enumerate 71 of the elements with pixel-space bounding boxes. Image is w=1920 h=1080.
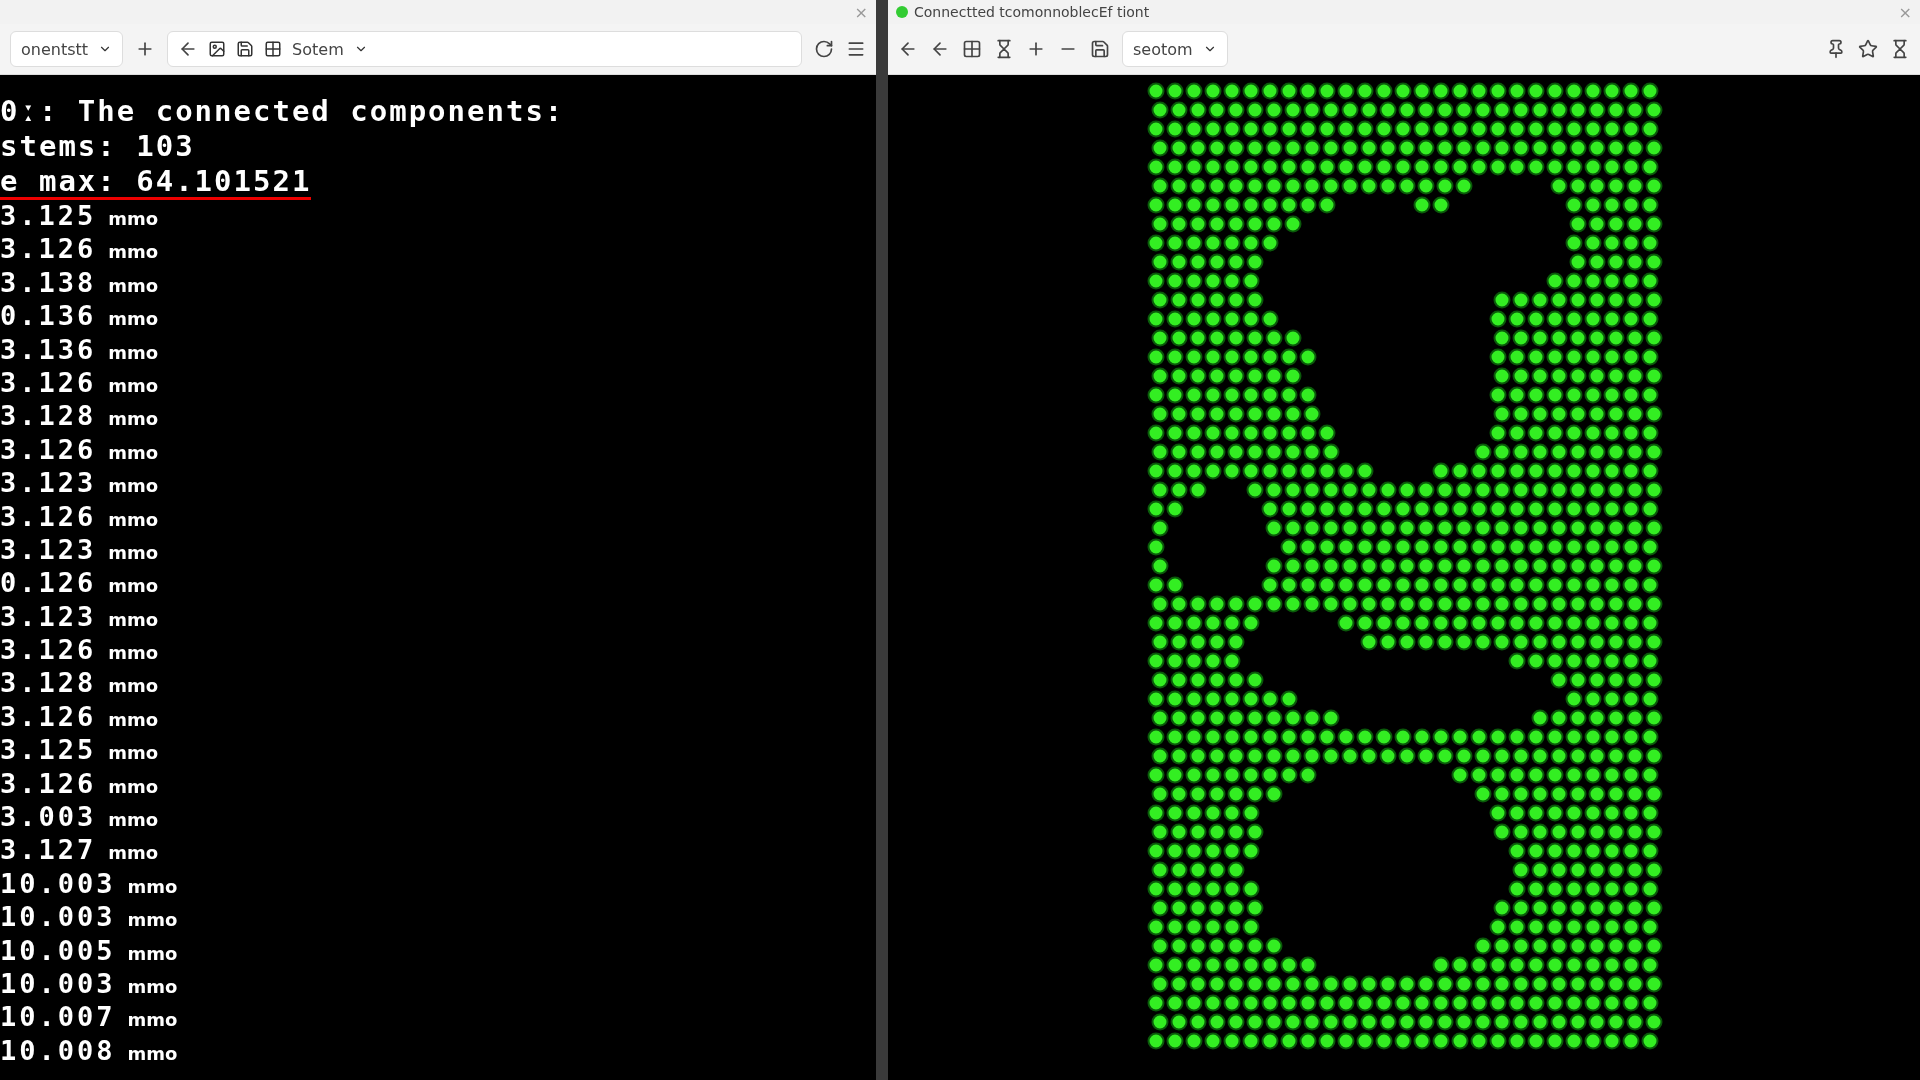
pin-icon[interactable] — [1826, 39, 1846, 59]
save-icon — [236, 40, 255, 58]
value-text: 3.126 — [0, 700, 97, 732]
view-selector[interactable]: seotom — [1122, 31, 1228, 67]
value-text: 3.125 — [0, 734, 97, 766]
value-text: 3.126 — [0, 366, 97, 398]
tab-selector[interactable]: onentstt — [10, 31, 124, 67]
unit-text: mmo — [108, 541, 159, 563]
unit-text: mmo — [108, 408, 159, 430]
unit-text: mmo — [108, 441, 159, 463]
value-text: 3.127 — [0, 834, 97, 866]
value-text: 3.126 — [0, 500, 97, 532]
value-text: 3.128 — [0, 667, 97, 699]
hourglass-icon[interactable] — [994, 39, 1014, 59]
unit-text: mmo — [108, 308, 159, 330]
unit-text: mmo — [108, 775, 159, 797]
value-text: 3.123 — [0, 600, 97, 632]
unit-text: mmo — [127, 1009, 178, 1031]
output-line: stems: 103 — [0, 130, 195, 165]
value-text: 3.138 — [0, 266, 97, 298]
save-icon[interactable] — [1090, 39, 1110, 59]
unit-text: mmo — [108, 508, 159, 530]
value-text: 0.136 — [0, 300, 97, 332]
grid-icon — [264, 40, 283, 58]
value-text: 3.128 — [0, 400, 97, 432]
unit-text: mmo — [108, 374, 159, 396]
menu-icon[interactable] — [846, 39, 866, 59]
status-icon — [896, 6, 908, 18]
unit-text: mmo — [127, 909, 178, 931]
address-bar[interactable]: Sotem — [167, 31, 802, 67]
value-text: 3.126 — [0, 233, 97, 265]
unit-text: mmo — [127, 942, 178, 964]
unit-text: mmo — [108, 675, 159, 697]
value-text: 3.136 — [0, 333, 97, 365]
value-text: 3.125 — [0, 200, 97, 231]
unit-text: mmo — [108, 241, 159, 263]
value-text: 3.126 — [0, 433, 97, 465]
unit-text: mmo — [127, 875, 178, 897]
output-line: 0ː: The connected components: — [0, 95, 565, 130]
value-text: 3.126 — [0, 634, 97, 666]
value-text: 10.008 — [0, 1034, 116, 1066]
window-title: Connectted tcomonnoblecEf tiont — [914, 4, 1150, 20]
unit-text: mmo — [108, 341, 159, 363]
unit-text: mmo — [108, 274, 159, 296]
unit-text: mmo — [108, 842, 159, 864]
value-text: 10.003 — [0, 901, 116, 933]
unit-text: mmo — [127, 976, 178, 997]
grid-icon[interactable] — [962, 39, 982, 59]
unit-text: mmo — [108, 809, 159, 831]
value-text: 0.126 — [0, 567, 97, 599]
output-line: e max: 64.101521 — [0, 165, 312, 200]
unit-text: mmo — [108, 475, 159, 497]
hourglass-icon[interactable] — [1890, 39, 1910, 59]
star-icon[interactable] — [1858, 39, 1878, 59]
refresh-icon[interactable] — [814, 39, 834, 59]
value-text: 10.005 — [0, 934, 116, 966]
unit-text: mmo — [108, 575, 159, 597]
value-text: 3.003 — [0, 801, 97, 833]
value-text: 10.003 — [0, 867, 116, 899]
value-text: 3.123 — [0, 533, 97, 565]
unit-text: mmo — [108, 742, 159, 764]
unit-text: mmo — [108, 608, 159, 630]
value-text: 10.003 — [0, 968, 116, 999]
unit-text: mmo — [108, 642, 159, 664]
value-text: 3.123 — [0, 467, 97, 499]
unit-text: mmo — [127, 1042, 178, 1064]
value-text: 3.126 — [0, 767, 97, 799]
image-icon — [208, 40, 227, 58]
unit-text: mmo — [108, 208, 159, 229]
value-text: 10.007 — [0, 1001, 116, 1033]
unit-text: mmo — [108, 708, 159, 730]
